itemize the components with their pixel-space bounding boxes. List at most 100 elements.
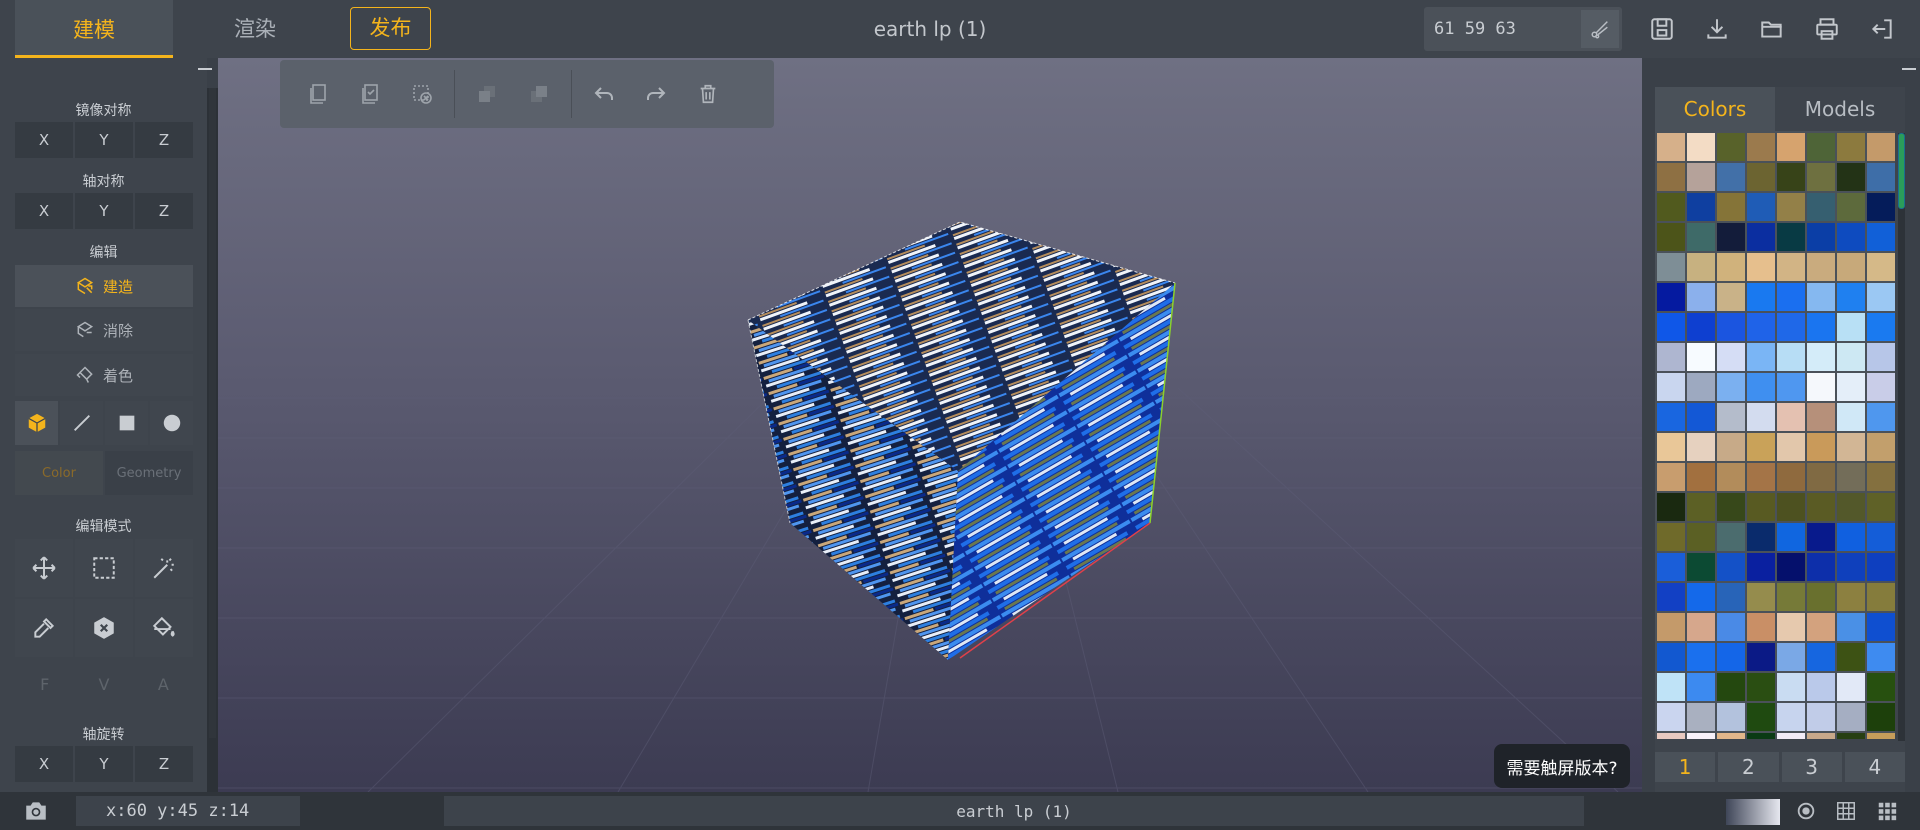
left-scrollbar[interactable]: [207, 88, 218, 792]
color-swatch[interactable]: [1687, 463, 1715, 491]
color-swatch[interactable]: [1747, 643, 1775, 671]
color-swatch[interactable]: [1747, 193, 1775, 221]
color-swatch[interactable]: [1657, 583, 1685, 611]
voxel-model[interactable]: [218, 58, 1642, 792]
color-swatch[interactable]: [1867, 673, 1895, 701]
color-swatch[interactable]: [1807, 193, 1835, 221]
color-swatch[interactable]: [1777, 703, 1805, 731]
square-icon[interactable]: [105, 401, 148, 445]
exit-icon[interactable]: [1865, 12, 1899, 46]
camera-icon[interactable]: [22, 797, 50, 825]
axis-z-button[interactable]: Z: [135, 193, 193, 229]
color-swatch[interactable]: [1867, 463, 1895, 491]
color-swatch[interactable]: [1807, 553, 1835, 581]
color-swatch[interactable]: [1687, 283, 1715, 311]
color-swatch[interactable]: [1837, 283, 1865, 311]
color-swatch[interactable]: [1807, 493, 1835, 521]
color-swatch[interactable]: [1837, 613, 1865, 641]
color-swatch[interactable]: [1777, 313, 1805, 341]
color-swatch[interactable]: [1747, 553, 1775, 581]
color-swatch[interactable]: [1777, 223, 1805, 251]
mirror-z-button[interactable]: Z: [135, 122, 193, 158]
color-swatch[interactable]: [1777, 193, 1805, 221]
color-swatch[interactable]: [1657, 493, 1685, 521]
color-swatch[interactable]: [1867, 193, 1895, 221]
color-swatch[interactable]: [1687, 223, 1715, 251]
color-swatch[interactable]: [1807, 733, 1835, 739]
color-swatch[interactable]: [1807, 613, 1835, 641]
color-swatch[interactable]: [1807, 403, 1835, 431]
rotate-y-button[interactable]: Y: [75, 746, 133, 782]
color-swatch[interactable]: [1807, 643, 1835, 671]
palette-page-3[interactable]: 3: [1781, 752, 1842, 782]
color-swatch[interactable]: [1717, 373, 1745, 401]
color-swatch[interactable]: [1807, 673, 1835, 701]
color-swatch[interactable]: [1837, 583, 1865, 611]
color-swatch[interactable]: [1747, 373, 1775, 401]
color-swatch[interactable]: [1687, 733, 1715, 739]
vertex-button[interactable]: V: [74, 666, 133, 702]
color-swatch[interactable]: [1717, 313, 1745, 341]
color-swatch[interactable]: [1867, 223, 1895, 251]
color-swatch[interactable]: [1657, 223, 1685, 251]
color-swatch[interactable]: [1807, 223, 1835, 251]
copy-icon[interactable]: [292, 68, 344, 120]
color-swatch[interactable]: [1657, 463, 1685, 491]
palette-page-2[interactable]: 2: [1718, 752, 1779, 782]
color-swatch[interactable]: [1747, 703, 1775, 731]
color-swatch[interactable]: [1837, 673, 1865, 701]
color-swatch[interactable]: [1867, 583, 1895, 611]
color-swatch[interactable]: [1837, 133, 1865, 161]
color-swatch[interactable]: [1717, 463, 1745, 491]
palette-page-4[interactable]: 4: [1844, 752, 1905, 782]
color-swatch[interactable]: [1687, 493, 1715, 521]
color-swatch[interactable]: [1657, 253, 1685, 281]
color-swatch[interactable]: [1777, 133, 1805, 161]
color-swatch[interactable]: [1687, 193, 1715, 221]
color-swatch[interactable]: [1807, 373, 1835, 401]
color-swatch[interactable]: [1747, 403, 1775, 431]
color-swatch[interactable]: [1837, 193, 1865, 221]
color-swatch[interactable]: [1687, 523, 1715, 551]
rotate-x-button[interactable]: X: [15, 746, 73, 782]
dimension-input[interactable]: [1434, 7, 1574, 51]
color-swatch[interactable]: [1867, 703, 1895, 731]
color-swatch[interactable]: [1717, 163, 1745, 191]
color-swatch[interactable]: [1777, 553, 1805, 581]
color-swatch[interactable]: [1807, 253, 1835, 281]
color-swatch[interactable]: [1687, 373, 1715, 401]
color-swatch[interactable]: [1867, 493, 1895, 521]
color-swatch[interactable]: [1717, 403, 1745, 431]
build-button[interactable]: 建造: [15, 265, 193, 307]
color-swatch[interactable]: [1717, 643, 1745, 671]
layer-back-icon[interactable]: [461, 68, 513, 120]
color-swatch[interactable]: [1837, 493, 1865, 521]
all-button[interactable]: A: [134, 666, 193, 702]
paste-check-icon[interactable]: [344, 68, 396, 120]
line-icon[interactable]: [60, 401, 103, 445]
color-swatch[interactable]: [1687, 433, 1715, 461]
color-swatch[interactable]: [1717, 343, 1745, 371]
color-swatch[interactable]: [1837, 733, 1865, 739]
color-swatch[interactable]: [1717, 613, 1745, 641]
color-swatch[interactable]: [1657, 343, 1685, 371]
color-swatch[interactable]: [1687, 613, 1715, 641]
color-swatch[interactable]: [1687, 133, 1715, 161]
color-swatch[interactable]: [1657, 613, 1685, 641]
color-swatch[interactable]: [1717, 223, 1745, 251]
color-swatch[interactable]: [1657, 133, 1685, 161]
face-button[interactable]: F: [15, 666, 74, 702]
mirror-x-button[interactable]: X: [15, 122, 73, 158]
color-swatch[interactable]: [1747, 283, 1775, 311]
color-swatch[interactable]: [1687, 163, 1715, 191]
color-swatch[interactable]: [1777, 733, 1805, 739]
tab-colors[interactable]: Colors: [1655, 87, 1775, 131]
color-swatch[interactable]: [1747, 733, 1775, 739]
color-swatch[interactable]: [1777, 493, 1805, 521]
color-swatch[interactable]: [1867, 403, 1895, 431]
axis-y-button[interactable]: Y: [75, 193, 133, 229]
magic-wand-icon[interactable]: [135, 539, 193, 597]
color-swatch[interactable]: [1867, 643, 1895, 671]
color-swatch[interactable]: [1747, 253, 1775, 281]
color-swatch[interactable]: [1657, 373, 1685, 401]
